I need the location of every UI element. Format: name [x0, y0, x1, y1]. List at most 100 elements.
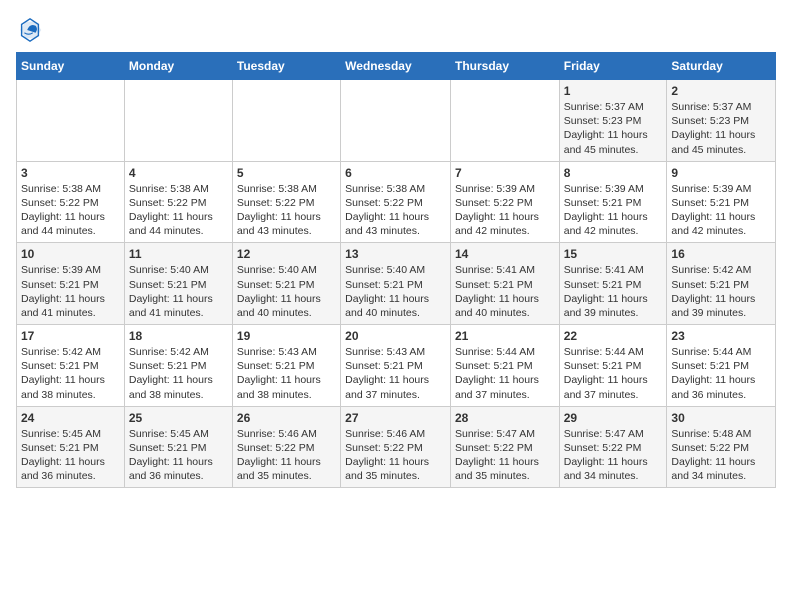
page-header	[16, 16, 776, 44]
day-cell: 21Sunrise: 5:44 AM Sunset: 5:21 PM Dayli…	[450, 325, 559, 407]
day-number: 28	[455, 411, 555, 425]
day-number: 8	[564, 166, 663, 180]
logo-icon	[16, 16, 44, 44]
day-cell: 29 Sunrise: 5:47 AM Sunset: 5:22 PM Dayli…	[559, 406, 667, 488]
day-number: 7	[455, 166, 555, 180]
day-info: Sunrise: 5:48 AM Sunset: 5:22 PM Dayligh…	[671, 427, 771, 484]
day-info: Sunrise: 5:42 AM Sunset: 5:21 PM Dayligh…	[129, 345, 228, 402]
day-info: Sunrise: 5:38 AM Sunset: 5:22 PM Dayligh…	[129, 182, 228, 239]
day-number: 6	[345, 166, 446, 180]
day-number: 29	[564, 411, 663, 425]
day-info: Sunrise: 5:37 AM Sunset: 5:23 PM Dayligh…	[564, 100, 663, 157]
day-number: 12	[237, 247, 336, 261]
day-cell: 8 Sunrise: 5:39 AM Sunset: 5:21 PM Daylig…	[559, 161, 667, 243]
logo	[16, 16, 48, 44]
week-row-3: 10 Sunrise: 5:39 AM Sunset: 5:21 PM Dayli…	[17, 243, 776, 325]
day-cell: 17Sunrise: 5:42 AM Sunset: 5:21 PM Dayli…	[17, 325, 125, 407]
day-cell: 18Sunrise: 5:42 AM Sunset: 5:21 PM Dayli…	[124, 325, 232, 407]
col-header-wednesday: Wednesday	[341, 53, 451, 80]
day-number: 24	[21, 411, 120, 425]
day-cell	[17, 80, 125, 162]
day-number: 13	[345, 247, 446, 261]
day-cell: 26 Sunrise: 5:46 AM Sunset: 5:22 PM Dayli…	[232, 406, 340, 488]
week-row-5: 24 Sunrise: 5:45 AM Sunset: 5:21 PM Dayli…	[17, 406, 776, 488]
day-number: 11	[129, 247, 228, 261]
day-number: 5	[237, 166, 336, 180]
day-info: Sunrise: 5:46 AM Sunset: 5:22 PM Dayligh…	[345, 427, 446, 484]
col-header-tuesday: Tuesday	[232, 53, 340, 80]
day-number: 19	[237, 329, 336, 343]
day-cell: 1 Sunrise: 5:37 AM Sunset: 5:23 PM Daylig…	[559, 80, 667, 162]
day-number: 25	[129, 411, 228, 425]
day-info: Sunrise: 5:40 AM Sunset: 5:21 PM Dayligh…	[237, 263, 336, 320]
day-number: 1	[564, 84, 663, 98]
day-cell: 15Sunrise: 5:41 AM Sunset: 5:21 PM Dayli…	[559, 243, 667, 325]
day-info: Sunrise: 5:45 AM Sunset: 5:21 PM Dayligh…	[21, 427, 120, 484]
day-info: Sunrise: 5:38 AM Sunset: 5:22 PM Dayligh…	[237, 182, 336, 239]
col-header-sunday: Sunday	[17, 53, 125, 80]
day-number: 27	[345, 411, 446, 425]
day-number: 15	[564, 247, 663, 261]
day-cell: 11Sunrise: 5:40 AM Sunset: 5:21 PM Dayli…	[124, 243, 232, 325]
day-info: Sunrise: 5:41 AM Sunset: 5:21 PM Dayligh…	[455, 263, 555, 320]
day-cell: 13 Sunrise: 5:40 AM Sunset: 5:21 PM Dayli…	[341, 243, 451, 325]
day-cell: 9Sunrise: 5:39 AM Sunset: 5:21 PM Daylig…	[667, 161, 776, 243]
day-info: Sunrise: 5:39 AM Sunset: 5:21 PM Dayligh…	[21, 263, 120, 320]
day-cell: 30 Sunrise: 5:48 AM Sunset: 5:22 PM Dayli…	[667, 406, 776, 488]
day-info: Sunrise: 5:39 AM Sunset: 5:21 PM Dayligh…	[671, 182, 771, 239]
col-header-monday: Monday	[124, 53, 232, 80]
day-cell: 14 Sunrise: 5:41 AM Sunset: 5:21 PM Dayli…	[450, 243, 559, 325]
day-info: Sunrise: 5:43 AM Sunset: 5:21 PM Dayligh…	[237, 345, 336, 402]
day-info: Sunrise: 5:40 AM Sunset: 5:21 PM Dayligh…	[345, 263, 446, 320]
day-cell	[450, 80, 559, 162]
day-cell: 5 Sunrise: 5:38 AM Sunset: 5:22 PM Daylig…	[232, 161, 340, 243]
day-number: 4	[129, 166, 228, 180]
day-number: 23	[671, 329, 771, 343]
day-cell: 24 Sunrise: 5:45 AM Sunset: 5:21 PM Dayli…	[17, 406, 125, 488]
week-row-4: 17 Sunrise: 5:42 AM Sunset: 5:21 PM Dayli…	[17, 325, 776, 407]
day-number: 20	[345, 329, 446, 343]
day-number: 16	[671, 247, 771, 261]
calendar-table: SundayMondayTuesdayWednesdayThursdayFrid…	[16, 52, 776, 488]
day-cell: 23 Sunrise: 5:44 AM Sunset: 5:21 PM Dayli…	[667, 325, 776, 407]
day-cell: 25 Sunrise: 5:45 AM Sunset: 5:21 PM Dayli…	[124, 406, 232, 488]
day-cell: 6 Sunrise: 5:38 AM Sunset: 5:22 PM Daylig…	[341, 161, 451, 243]
day-number: 21	[455, 329, 555, 343]
day-cell: 28 Sunrise: 5:47 AM Sunset: 5:22 PM Dayli…	[450, 406, 559, 488]
day-info: Sunrise: 5:39 AM Sunset: 5:21 PM Dayligh…	[564, 182, 663, 239]
day-info: Sunrise: 5:46 AM Sunset: 5:22 PM Dayligh…	[237, 427, 336, 484]
day-info: Sunrise: 5:47 AM Sunset: 5:22 PM Dayligh…	[564, 427, 663, 484]
col-header-saturday: Saturday	[667, 53, 776, 80]
week-row-1: 1 Sunrise: 5:37 AM Sunset: 5:23 PM Daylig…	[17, 80, 776, 162]
day-cell	[124, 80, 232, 162]
day-cell: 16 Sunrise: 5:42 AM Sunset: 5:21 PM Dayli…	[667, 243, 776, 325]
day-info: Sunrise: 5:38 AM Sunset: 5:22 PM Dayligh…	[345, 182, 446, 239]
day-cell: 7 Sunrise: 5:39 AM Sunset: 5:22 PM Daylig…	[450, 161, 559, 243]
day-number: 30	[671, 411, 771, 425]
day-info: Sunrise: 5:39 AM Sunset: 5:22 PM Dayligh…	[455, 182, 555, 239]
calendar-header-row: SundayMondayTuesdayWednesdayThursdayFrid…	[17, 53, 776, 80]
day-info: Sunrise: 5:38 AM Sunset: 5:22 PM Dayligh…	[21, 182, 120, 239]
day-number: 2	[671, 84, 771, 98]
day-number: 10	[21, 247, 120, 261]
day-cell: 27 Sunrise: 5:46 AM Sunset: 5:22 PM Dayli…	[341, 406, 451, 488]
day-info: Sunrise: 5:47 AM Sunset: 5:22 PM Dayligh…	[455, 427, 555, 484]
day-info: Sunrise: 5:44 AM Sunset: 5:21 PM Dayligh…	[564, 345, 663, 402]
day-cell	[232, 80, 340, 162]
day-number: 17	[21, 329, 120, 343]
week-row-2: 3 Sunrise: 5:38 AM Sunset: 5:22 PM Daylig…	[17, 161, 776, 243]
day-info: Sunrise: 5:37 AM Sunset: 5:23 PM Dayligh…	[671, 100, 771, 157]
day-number: 3	[21, 166, 120, 180]
day-info: Sunrise: 5:44 AM Sunset: 5:21 PM Dayligh…	[671, 345, 771, 402]
day-cell: 19 Sunrise: 5:43 AM Sunset: 5:21 PM Dayli…	[232, 325, 340, 407]
day-info: Sunrise: 5:42 AM Sunset: 5:21 PM Dayligh…	[671, 263, 771, 320]
day-cell	[341, 80, 451, 162]
col-header-friday: Friday	[559, 53, 667, 80]
col-header-thursday: Thursday	[450, 53, 559, 80]
day-cell: 10 Sunrise: 5:39 AM Sunset: 5:21 PM Dayli…	[17, 243, 125, 325]
day-info: Sunrise: 5:45 AM Sunset: 5:21 PM Dayligh…	[129, 427, 228, 484]
day-cell: 22Sunrise: 5:44 AM Sunset: 5:21 PM Dayli…	[559, 325, 667, 407]
day-number: 26	[237, 411, 336, 425]
day-number: 14	[455, 247, 555, 261]
day-cell: 3 Sunrise: 5:38 AM Sunset: 5:22 PM Daylig…	[17, 161, 125, 243]
